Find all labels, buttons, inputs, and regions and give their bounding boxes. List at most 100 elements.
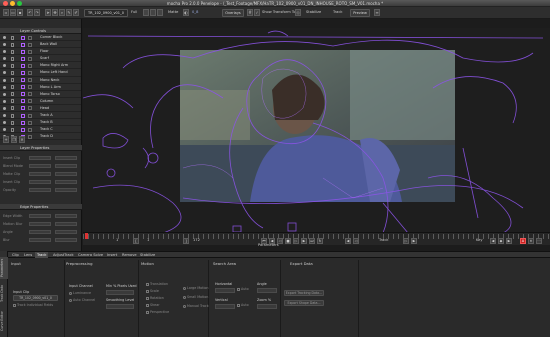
save-project-icon[interactable]: ▪ bbox=[17, 9, 23, 16]
matte-toggle-icon[interactable] bbox=[28, 78, 32, 83]
lock-icon[interactable] bbox=[11, 113, 14, 118]
frame-in-value[interactable]: 1 bbox=[116, 237, 118, 244]
lock-icon[interactable] bbox=[11, 35, 14, 40]
step-forward-icon[interactable]: ▶ bbox=[301, 238, 307, 244]
pan-tool-icon[interactable]: ✥ bbox=[52, 9, 58, 16]
visibility-eye-icon[interactable] bbox=[3, 50, 6, 54]
visibility-eye-icon[interactable] bbox=[3, 43, 6, 47]
lock-icon[interactable] bbox=[11, 56, 14, 61]
visibility-eye-icon[interactable] bbox=[3, 106, 6, 110]
set-out-point-icon[interactable]: ] bbox=[183, 238, 189, 244]
view-matte-label[interactable]: Matte bbox=[168, 9, 178, 16]
delete-key-icon[interactable]: ✕ bbox=[528, 238, 534, 244]
rotation-checkbox[interactable]: Rotation bbox=[146, 296, 164, 301]
matte-toggle-icon[interactable]: ◐ bbox=[183, 9, 189, 16]
visibility-eye-icon[interactable] bbox=[3, 71, 6, 75]
layer-color-swatch-icon[interactable] bbox=[21, 56, 25, 61]
vertical-field[interactable] bbox=[215, 304, 235, 309]
edge-property-field[interactable] bbox=[29, 222, 51, 226]
horizontal-field[interactable] bbox=[215, 288, 235, 293]
side-tab-track-data[interactable]: Track Data bbox=[0, 283, 8, 305]
small-motion-radio[interactable]: Small Motion bbox=[183, 295, 208, 300]
layer-row[interactable]: Scarf bbox=[0, 55, 81, 63]
angle-field[interactable] bbox=[257, 288, 277, 293]
track-label[interactable]: Track bbox=[333, 9, 342, 16]
layer-color-swatch-icon[interactable] bbox=[21, 92, 25, 97]
visibility-eye-icon[interactable] bbox=[3, 128, 6, 132]
export-shape-data-button[interactable]: Export Shape Data... bbox=[284, 300, 324, 306]
manual-track-radio[interactable]: Manual Track bbox=[183, 304, 209, 309]
visibility-eye-icon[interactable] bbox=[3, 114, 6, 118]
lock-icon[interactable] bbox=[11, 70, 14, 75]
color-swatch-green-icon[interactable] bbox=[150, 9, 156, 16]
layer-property-field-2[interactable] bbox=[55, 156, 77, 160]
layer-color-swatch-icon[interactable] bbox=[21, 35, 25, 40]
show-transform-tool-label[interactable]: Show Transform Tool bbox=[262, 9, 299, 16]
edge-property-field-2[interactable] bbox=[55, 230, 77, 234]
layer-color-swatch-icon[interactable] bbox=[21, 99, 25, 104]
matte-toggle-icon[interactable] bbox=[28, 35, 32, 40]
lock-icon[interactable] bbox=[11, 42, 14, 47]
matte-toggle-icon[interactable] bbox=[28, 92, 32, 97]
key-options-icon[interactable]: ⋯ bbox=[536, 238, 542, 244]
matte-toggle-icon[interactable] bbox=[28, 127, 32, 132]
clip-selector[interactable]: TR_102_0900_v01_0 bbox=[84, 9, 128, 17]
track-back-frame-icon[interactable]: ◁ bbox=[353, 238, 359, 244]
layer-property-field[interactable] bbox=[29, 180, 51, 184]
auto-key-badge[interactable]: A bbox=[520, 238, 526, 244]
undo-icon[interactable]: ↶ bbox=[27, 9, 33, 16]
matte-toggle-icon[interactable] bbox=[28, 63, 32, 68]
layer-color-swatch-icon[interactable] bbox=[21, 120, 25, 125]
edge-property-field[interactable] bbox=[29, 214, 51, 218]
layer-color-swatch-icon[interactable] bbox=[21, 78, 25, 83]
translation-checkbox[interactable]: Translation bbox=[146, 282, 168, 287]
visibility-eye-icon[interactable] bbox=[3, 78, 6, 82]
color-swatch-blue-icon[interactable] bbox=[157, 9, 163, 16]
go-to-end-icon[interactable]: ⏭ bbox=[309, 238, 315, 244]
layer-row[interactable]: Mono Left Hand bbox=[0, 69, 81, 77]
matte-toggle-icon[interactable] bbox=[28, 99, 32, 104]
select-tool-icon[interactable]: ➤ bbox=[45, 9, 51, 16]
layer-property-field[interactable] bbox=[29, 188, 51, 192]
visibility-eye-icon[interactable] bbox=[3, 85, 6, 89]
matte-toggle-icon[interactable] bbox=[28, 120, 32, 125]
roto-icon[interactable]: ◇ bbox=[295, 9, 301, 16]
layer-property-field[interactable] bbox=[29, 172, 51, 176]
overlays-button[interactable]: Overlays bbox=[222, 9, 244, 17]
xspline-tool-icon[interactable]: ✎ bbox=[66, 9, 72, 16]
stabilize-label[interactable]: Stabilize bbox=[306, 9, 321, 16]
layer-row[interactable]: Head bbox=[0, 104, 81, 113]
matte-toggle-icon[interactable] bbox=[28, 113, 32, 118]
next-key-icon[interactable]: ▶ bbox=[506, 238, 512, 244]
color-swatch-red-icon[interactable] bbox=[143, 9, 149, 16]
layer-row[interactable]: Track A bbox=[0, 112, 81, 120]
track-forward-frame-icon[interactable]: ▷ bbox=[403, 238, 409, 244]
shear-checkbox[interactable]: Shear bbox=[146, 303, 160, 308]
edge-property-field[interactable] bbox=[29, 238, 51, 242]
layer-property-field-2[interactable] bbox=[55, 164, 77, 168]
layer-row[interactable]: Mono L Arm bbox=[0, 83, 81, 91]
layer-property-field-2[interactable] bbox=[55, 180, 77, 184]
track-individual-fields-checkbox[interactable]: Track Individual Fields bbox=[13, 303, 53, 308]
side-tab-parameters[interactable]: Parameters bbox=[0, 257, 8, 279]
layer-color-swatch-icon[interactable] bbox=[21, 70, 25, 75]
duplicate-layer-icon[interactable]: ❐ bbox=[11, 136, 17, 143]
layer-color-swatch-icon[interactable] bbox=[21, 85, 25, 90]
stop-icon[interactable]: ■ bbox=[285, 238, 291, 244]
layer-color-swatch-icon[interactable] bbox=[21, 106, 25, 111]
input-clip-select[interactable]: TR_102_0900_v01_0 bbox=[13, 295, 58, 301]
layer-row[interactable]: Mono Neck bbox=[0, 76, 81, 84]
matte-toggle-icon[interactable] bbox=[28, 42, 32, 47]
checkbox-show-transform-icon[interactable]: ✓ bbox=[254, 9, 260, 16]
matte-toggle-icon[interactable] bbox=[28, 106, 32, 111]
add-layer-icon[interactable]: + bbox=[3, 136, 9, 143]
layer-row[interactable]: Column bbox=[0, 97, 81, 105]
options-icon[interactable]: ≡ bbox=[374, 9, 380, 16]
layer-color-swatch-icon[interactable] bbox=[21, 127, 25, 132]
layer-color-swatch-icon[interactable] bbox=[21, 113, 25, 118]
current-frame-value[interactable]: 1 bbox=[147, 237, 149, 244]
grid-icon[interactable]: # bbox=[247, 9, 253, 16]
horizontal-auto-checkbox[interactable]: Auto bbox=[237, 287, 249, 292]
layer-row[interactable]: Track C bbox=[0, 126, 81, 134]
open-project-icon[interactable]: ▭ bbox=[10, 9, 16, 16]
